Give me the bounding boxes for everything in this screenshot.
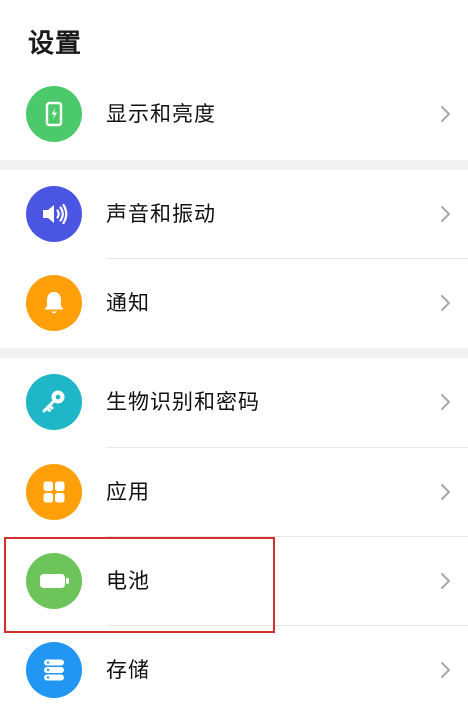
settings-item-biometrics[interactable]: 生物识别和密码 [0, 358, 468, 446]
settings-item-display[interactable]: 显示和亮度 [0, 70, 468, 158]
settings-item-label: 声音和振动 [106, 202, 216, 226]
settings-item-label: 应用 [106, 480, 150, 504]
settings-item-label: 存储 [106, 658, 150, 682]
chevron-right-icon [441, 295, 450, 311]
battery-icon [26, 553, 82, 609]
chevron-right-icon [441, 662, 450, 678]
apps-grid-icon [26, 464, 82, 520]
page-title: 设置 [28, 29, 83, 59]
storage-icon [26, 642, 82, 698]
settings-item-battery[interactable]: 电池 [0, 537, 468, 625]
settings-item-sound[interactable]: 声音和振动 [0, 170, 468, 258]
settings-item-label: 通知 [106, 291, 150, 315]
speaker-icon [26, 186, 82, 242]
bell-icon [26, 275, 82, 331]
chevron-right-icon [441, 394, 450, 410]
chevron-right-icon [441, 573, 450, 589]
key-icon [26, 374, 82, 430]
chevron-right-icon [441, 206, 450, 222]
chevron-right-icon [441, 106, 450, 122]
phone-display-icon [26, 86, 82, 142]
settings-item-label: 生物识别和密码 [106, 390, 260, 414]
settings-item-apps[interactable]: 应用 [0, 448, 468, 536]
settings-item-label: 电池 [106, 569, 150, 593]
chevron-right-icon [441, 484, 450, 500]
settings-item-notifications[interactable]: 通知 [0, 259, 468, 347]
section-separator [0, 348, 468, 358]
section-separator [0, 160, 468, 170]
settings-item-storage[interactable]: 存储 [0, 626, 468, 714]
settings-item-label: 显示和亮度 [106, 102, 216, 126]
